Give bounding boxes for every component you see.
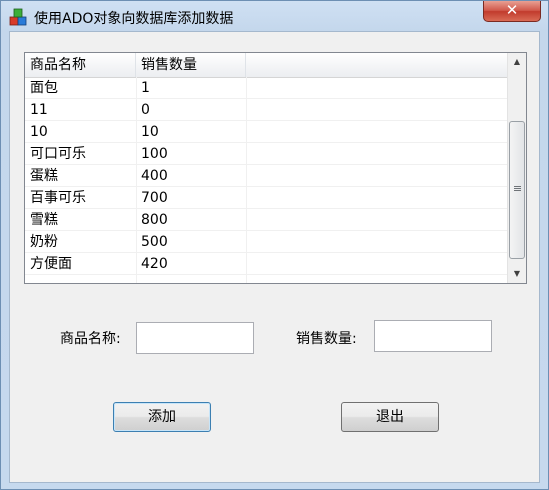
table-row[interactable]: 可口可乐 100 [25, 143, 507, 165]
cell-sales-quantity: 800 [141, 212, 168, 228]
cell-product-name: 奶粉 [30, 234, 58, 250]
cell-sales-quantity: 0 [141, 102, 150, 118]
scroll-up-icon[interactable]: ▲ [508, 53, 526, 70]
cell-product-name: 蛋糕 [30, 168, 58, 184]
cell-sales-quantity: 700 [141, 190, 168, 206]
vertical-scrollbar[interactable]: ▲ ▼ [507, 53, 526, 283]
sales-listview[interactable]: 商品名称 销售数量 面包 1 11 0 10 10 可口可乐 100 蛋糕 40… [24, 52, 527, 284]
cell-sales-quantity: 420 [141, 256, 168, 272]
cell-product-name: 方便面 [30, 256, 72, 272]
add-button[interactable]: 添加 [113, 402, 211, 432]
grip-icon [514, 186, 521, 187]
sales-quantity-input[interactable] [374, 320, 492, 352]
table-row[interactable]: 百事可乐 700 [25, 187, 507, 209]
cell-product-name: 11 [30, 102, 48, 118]
cell-sales-quantity: 1 [141, 80, 150, 96]
product-name-label: 商品名称: [60, 331, 121, 347]
cell-product-name: 百事可乐 [30, 190, 86, 206]
cell-product-name: 可口可乐 [30, 146, 86, 162]
sales-quantity-label: 销售数量: [296, 331, 357, 347]
title-bar[interactable]: 使用ADO对象向数据库添加数据 ✕ [1, 1, 548, 31]
column-header-quantity[interactable]: 销售数量 [136, 53, 246, 77]
cell-sales-quantity: 500 [141, 234, 168, 250]
scroll-down-icon[interactable]: ▼ [508, 265, 526, 282]
table-row[interactable]: 雪糕 800 [25, 209, 507, 231]
scrollbar-thumb[interactable] [509, 121, 525, 259]
table-row[interactable]: 方便面 420 [25, 253, 507, 275]
app-cubes-icon [9, 8, 27, 26]
dialog-client-area: 商品名称 销售数量 面包 1 11 0 10 10 可口可乐 100 蛋糕 40… [9, 31, 540, 483]
cell-sales-quantity: 10 [141, 124, 159, 140]
close-icon: ✕ [505, 1, 519, 19]
exit-button[interactable]: 退出 [341, 402, 439, 432]
table-row[interactable]: 11 0 [25, 99, 507, 121]
table-row[interactable]: 10 10 [25, 121, 507, 143]
table-row[interactable]: 面包 1 [25, 77, 507, 99]
close-button[interactable]: ✕ [483, 1, 541, 22]
cell-product-name: 10 [30, 124, 48, 140]
app-window: 使用ADO对象向数据库添加数据 ✕ 商品名称 销售数量 面包 1 11 0 10… [0, 0, 549, 490]
cell-sales-quantity: 400 [141, 168, 168, 184]
column-header-name[interactable]: 商品名称 [25, 53, 136, 77]
product-name-input[interactable] [136, 322, 254, 354]
window-title: 使用ADO对象向数据库添加数据 [34, 11, 234, 27]
table-row[interactable]: 蛋糕 400 [25, 165, 507, 187]
cell-product-name: 面包 [30, 80, 58, 96]
cell-sales-quantity: 100 [141, 146, 168, 162]
cell-product-name: 雪糕 [30, 212, 58, 228]
table-row[interactable]: 奶粉 500 [25, 231, 507, 253]
listview-header: 商品名称 销售数量 [25, 53, 507, 78]
